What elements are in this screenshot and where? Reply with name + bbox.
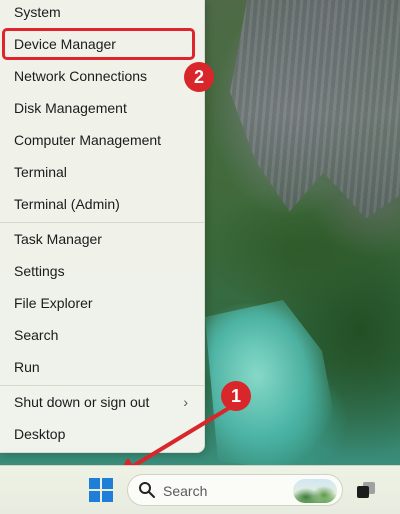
search-icon	[139, 482, 155, 498]
windows-logo-icon[interactable]	[89, 478, 113, 502]
task-view-icon[interactable]	[357, 482, 375, 498]
search-highlight-image	[293, 479, 337, 503]
step-1-badge: 1	[221, 381, 251, 411]
annotation-arrow-icon	[116, 403, 236, 476]
taskbar-search-box[interactable]: Search	[127, 474, 343, 506]
taskbar: Search	[0, 465, 400, 514]
search-label: Search	[163, 483, 208, 499]
